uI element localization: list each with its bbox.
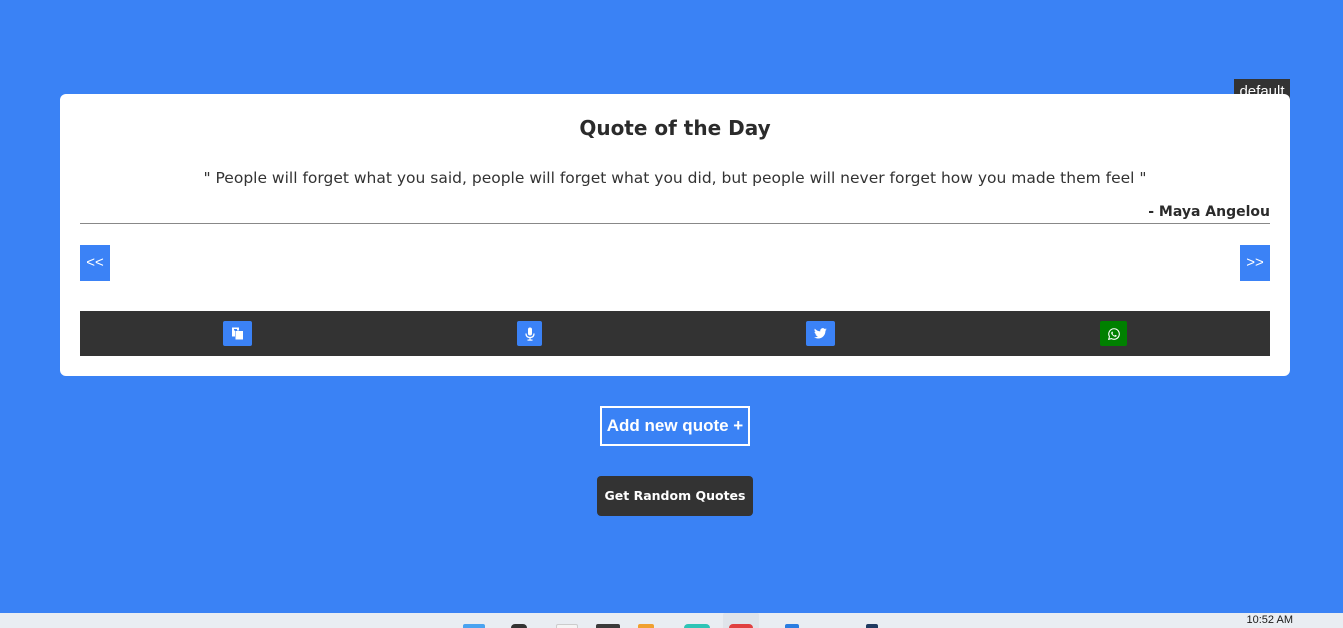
copy-button[interactable] bbox=[223, 321, 252, 346]
quote-text: " People will forget what you said, peop… bbox=[203, 169, 1147, 187]
search-icon[interactable] bbox=[511, 624, 527, 628]
start-icon[interactable] bbox=[463, 624, 485, 628]
task-view-icon[interactable] bbox=[556, 624, 578, 628]
get-random-quotes-button[interactable]: Get Random Quotes bbox=[597, 476, 753, 516]
copy-icon bbox=[231, 327, 244, 340]
card-title: Quote of the Day bbox=[579, 116, 771, 140]
next-quote-button[interactable]: >> bbox=[1240, 245, 1270, 281]
speak-button[interactable] bbox=[517, 321, 542, 346]
os-taskbar: 10:52 AM bbox=[0, 613, 1343, 628]
add-new-quote-button[interactable]: Add new quote + bbox=[600, 406, 750, 446]
previous-quote-button[interactable]: << bbox=[80, 245, 110, 281]
app-icon-teal[interactable] bbox=[684, 624, 710, 628]
vscode-icon[interactable] bbox=[785, 624, 799, 628]
whatsapp-share-button[interactable] bbox=[1100, 321, 1127, 346]
taskbar-clock[interactable]: 10:52 AM bbox=[1247, 613, 1293, 628]
whatsapp-icon bbox=[1107, 327, 1120, 340]
microphone-icon bbox=[524, 327, 535, 341]
twitter-icon bbox=[814, 328, 827, 339]
file-explorer-icon[interactable] bbox=[638, 624, 654, 628]
quote-card: Quote of the Day " People will forget wh… bbox=[60, 94, 1290, 376]
app-icon-dark[interactable] bbox=[866, 624, 878, 628]
quote-author: - Maya Angelou bbox=[1148, 204, 1270, 220]
tweet-button[interactable] bbox=[806, 321, 835, 346]
quote-app: default Quote of the Day " People will f… bbox=[0, 0, 1343, 628]
action-bar bbox=[80, 311, 1270, 356]
chrome-icon[interactable] bbox=[729, 624, 753, 628]
terminal-icon[interactable] bbox=[596, 624, 620, 628]
divider bbox=[80, 223, 1270, 224]
